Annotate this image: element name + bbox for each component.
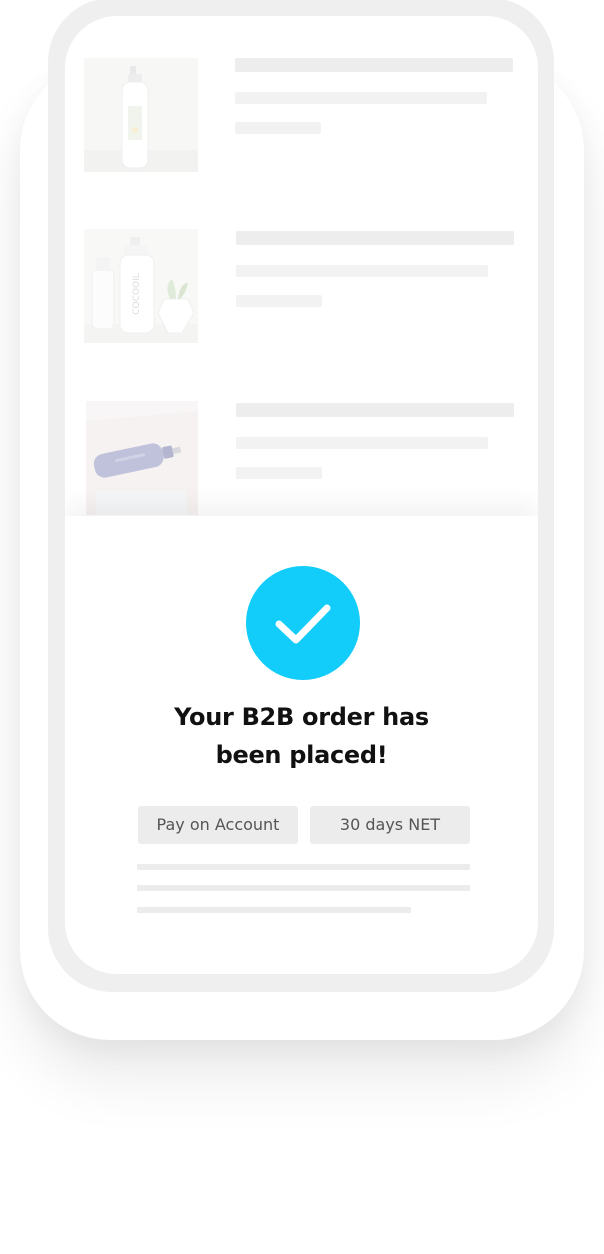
title-placeholder xyxy=(235,58,513,72)
list-item[interactable]: COCOOIL xyxy=(65,229,538,379)
confirmation-title-line2: been placed! xyxy=(215,741,388,769)
subtitle-placeholder xyxy=(236,437,488,449)
price-placeholder xyxy=(236,295,322,307)
title-placeholder xyxy=(236,403,514,417)
image-overlay xyxy=(84,229,198,343)
order-confirmation-sheet: Your B2B order has been placed! Pay on A… xyxy=(65,516,538,974)
image-overlay xyxy=(84,58,198,172)
subtitle-placeholder xyxy=(236,265,488,277)
success-badge xyxy=(246,566,360,680)
product-image xyxy=(84,58,198,172)
price-placeholder xyxy=(235,122,321,134)
product-image: COCOOIL xyxy=(84,229,198,343)
text-placeholder-line xyxy=(137,907,411,913)
payment-terms-badge: 30 days NET xyxy=(310,806,470,844)
title-placeholder xyxy=(236,231,514,245)
confirmation-title-line1: Your B2B order has xyxy=(174,703,429,731)
image-overlay xyxy=(86,401,198,515)
check-icon xyxy=(275,604,331,644)
text-placeholder-line xyxy=(137,885,470,891)
payment-method-badge: Pay on Account xyxy=(138,806,298,844)
phone-screen: COCOOIL Your B2B order has been placed! … xyxy=(65,16,538,974)
list-item[interactable] xyxy=(65,58,538,208)
text-placeholder-line xyxy=(137,864,470,870)
confirmation-title: Your B2B order has been placed! xyxy=(105,698,498,774)
price-placeholder xyxy=(236,467,322,479)
page: COCOOIL Your B2B order has been placed! … xyxy=(0,0,604,1254)
subtitle-placeholder xyxy=(235,92,487,104)
product-image xyxy=(86,401,198,515)
